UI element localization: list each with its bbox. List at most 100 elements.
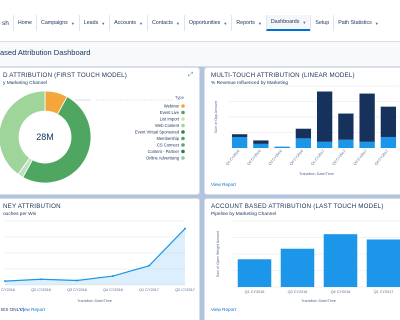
- leader-dot: [141, 99, 143, 101]
- nav-items: Home Campaigns ▼ Leads ▼ Accounts ▼ Contacts ▼ Op…: [12, 15, 383, 31]
- bar-q3-cy2016[interactable]: [280, 248, 315, 287]
- tick-label: Q1 CY2016: [225, 149, 240, 166]
- leader-dot: [105, 99, 107, 101]
- nav-tab-leads[interactable]: Leads ▼: [78, 15, 109, 31]
- bar-q2-cy2016-s1[interactable]: [253, 140, 269, 144]
- nav-tab-label: Home: [17, 20, 33, 26]
- page-title: ased Attribution Dashboard: [0, 48, 91, 57]
- bar-q4-cy2017-s0[interactable]: [380, 136, 397, 148]
- legend-item-event-virtual-sponsored: Event Virtual Sponsored: [135, 130, 180, 135]
- bar-q1-cy2016-s1[interactable]: [231, 134, 248, 137]
- last-touch-xlabel: Transition Date/Time: [301, 299, 336, 303]
- tick-label: Q2 CY2016: [31, 288, 51, 292]
- nav-tab-home[interactable]: Home: [12, 15, 36, 31]
- legend-item-online-advertising: Online Advertising: [146, 156, 180, 161]
- last-touch-view-report-link[interactable]: View Report: [211, 307, 236, 312]
- bar-q2-cy2017-s1[interactable]: [338, 113, 354, 140]
- chevron-down-icon[interactable]: ▼: [176, 21, 180, 26]
- nav-tab-label: Path Statistics: [338, 20, 372, 26]
- legend-swatch: [181, 104, 185, 108]
- tick-label: Q1 CY2016: [0, 288, 15, 292]
- area-point[interactable]: [40, 278, 42, 281]
- nav-tab-label: Campaigns: [41, 20, 68, 26]
- tick-label: Q4 CY2017: [374, 149, 389, 166]
- bar-q2-cy2016-s0[interactable]: [253, 143, 269, 148]
- leader-dot: [138, 99, 140, 101]
- bar-q2-cy2017-s0[interactable]: [338, 139, 354, 148]
- legend-swatch: [181, 136, 185, 141]
- legend-swatch: [181, 130, 185, 134]
- bar-q1-cy2016[interactable]: [237, 259, 272, 287]
- nav-tab-accounts[interactable]: Accounts ▼: [109, 15, 147, 31]
- chevron-down-icon[interactable]: ▼: [258, 21, 262, 26]
- legend-swatch: [181, 110, 185, 115]
- global-nav: sh Home Campaigns ▼ Leads ▼ Accounts ▼ Contacts…: [0, 0, 400, 42]
- nav-tab-setup[interactable]: Setup: [310, 15, 333, 31]
- nav-tab-label: Reports: [236, 20, 255, 26]
- journey-view-report-link[interactable]: View Report: [20, 307, 45, 312]
- chevron-down-icon[interactable]: ▼: [375, 21, 379, 26]
- area-point[interactable]: [184, 227, 186, 230]
- bar-q4-cy2017-s1[interactable]: [380, 106, 397, 137]
- journey-card: NEY ATTRIBUTION ouches per Win Q1 CY2016…: [0, 198, 200, 320]
- nav-tab-label: Leads: [83, 20, 99, 26]
- tick-label: Q1 CY2017: [374, 290, 394, 294]
- area-point[interactable]: [148, 264, 150, 267]
- bar-q3-cy2016-s0[interactable]: [274, 146, 290, 148]
- bar-q1-cy2017-s0[interactable]: [316, 141, 333, 148]
- leader-dot: [129, 99, 131, 101]
- leader-dot: [168, 99, 170, 101]
- tick-label: Q2 CY2017: [332, 149, 347, 166]
- nav-tab-path-statistics[interactable]: Path Statistics ▼: [333, 15, 383, 31]
- donut-chart: 28M Type WebinarEvent Live List ImportWeb C…: [0, 90, 185, 184]
- bar-q1-cy2017[interactable]: [366, 239, 400, 287]
- tick-label: Q4 CY2016: [103, 288, 123, 292]
- multi-touch-card: MULTI-TOUCH ATTRIBUTION (LINEAR MODEL) %…: [204, 67, 400, 195]
- leader-dot: [165, 99, 167, 101]
- chevron-down-icon[interactable]: ▼: [71, 21, 75, 26]
- multi-touch-view-report-link[interactable]: View Report: [211, 182, 236, 187]
- nav-tab-contacts[interactable]: Contacts ▼: [146, 15, 184, 31]
- area-point[interactable]: [4, 280, 6, 283]
- multi-touch-ylabel: Sum of Opp Amount: [214, 101, 218, 133]
- leader-dot: [156, 99, 158, 101]
- legend-swatch: [181, 123, 185, 128]
- leader-dot: [162, 99, 164, 101]
- bar-q4-cy2016-s0[interactable]: [295, 138, 312, 148]
- tick-label: Q3 CY2017: [353, 149, 368, 166]
- area-point[interactable]: [76, 279, 78, 282]
- leader-dot: [96, 99, 98, 101]
- bar-q4-cy2016-s1[interactable]: [295, 128, 312, 139]
- tick-label: Q3 CY2016: [67, 288, 87, 292]
- nav-tab-opportunities[interactable]: Opportunities ▼: [183, 15, 231, 31]
- tick-label: Q3 CY2016: [268, 149, 283, 166]
- bar-q3-cy2017-s1[interactable]: [359, 93, 375, 142]
- leader-dot: [117, 99, 119, 101]
- bar-q1-cy2016-s0[interactable]: [231, 136, 248, 148]
- chevron-down-icon[interactable]: ▼: [139, 21, 143, 26]
- bar-q3-cy2017-s0[interactable]: [359, 141, 375, 148]
- last-touch-ylabel: Sum of Open Weight Amount: [216, 231, 220, 277]
- nav-tab-reports[interactable]: Reports ▼: [231, 15, 266, 31]
- nav-tab-label: Accounts: [114, 20, 136, 26]
- chevron-down-icon[interactable]: ▼: [302, 20, 306, 25]
- nav-tab-campaigns[interactable]: Campaigns ▼: [36, 15, 79, 31]
- chevron-down-icon[interactable]: ▼: [101, 21, 105, 26]
- chevron-down-icon[interactable]: ▼: [223, 21, 227, 26]
- tick-label: Q1 CY2017: [139, 288, 159, 292]
- nav-tab-label: Opportunities: [188, 20, 221, 26]
- nav-tab-dashboards[interactable]: Dashboards ▼: [265, 15, 311, 31]
- legend-item-cs-connect: CS Connect: [157, 143, 180, 148]
- tick-label: Q4 CY2016: [289, 149, 304, 166]
- bar-q1-cy2017-s1[interactable]: [316, 91, 333, 142]
- legend-swatch: [181, 156, 185, 160]
- legend-swatch: [181, 143, 185, 147]
- area-point[interactable]: [112, 275, 114, 278]
- legend-item-webinar: Webinar: [164, 104, 180, 109]
- last-touch-card: ACCOUNT BASED ATTRIBUTION (LAST TOUCH MO…: [204, 198, 400, 320]
- leader-dot: [135, 99, 137, 101]
- legend-title: Type: [175, 95, 185, 100]
- nav-tab-label: Dashboards: [270, 19, 300, 25]
- tick-label: Q1 CY2016: [245, 290, 265, 294]
- bar-q4-cy2016[interactable]: [323, 234, 358, 287]
